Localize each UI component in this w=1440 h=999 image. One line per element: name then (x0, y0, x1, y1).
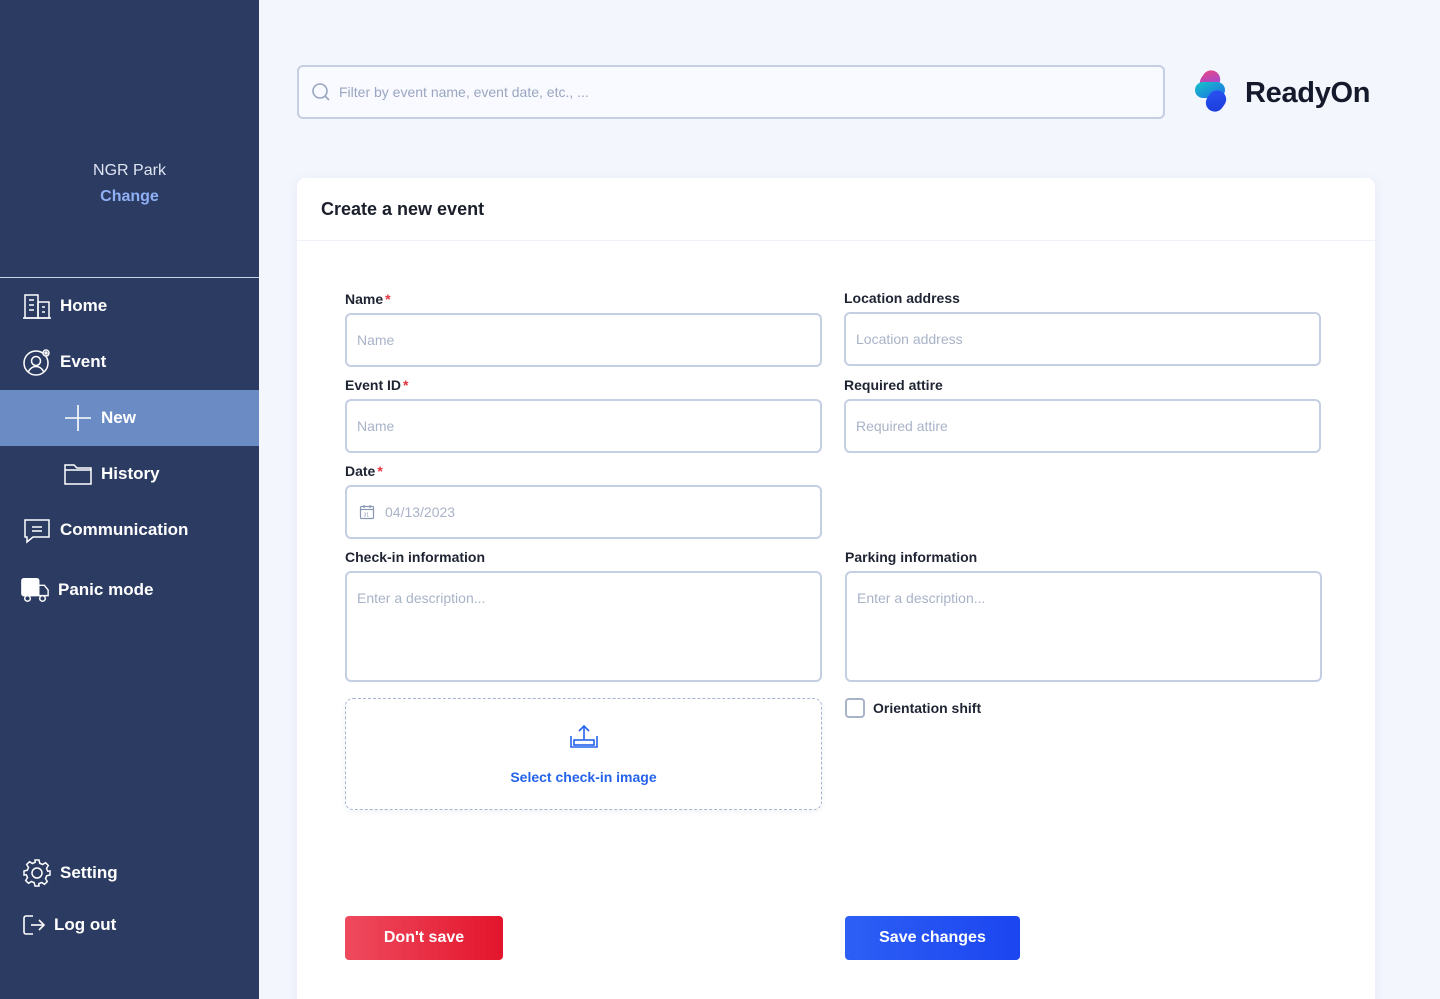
location-field (844, 312, 1321, 366)
readyon-logo-icon (1193, 68, 1239, 119)
sidebar-item-label: Log out (54, 915, 117, 934)
name-label: Name * (345, 291, 391, 307)
orientation-shift-row[interactable]: Orientation shift (845, 698, 981, 718)
brand-logo: ReadyOn (1193, 68, 1371, 119)
sidebar-item-history[interactable]: History (0, 446, 259, 502)
organization-block: NGR Park Change (0, 160, 259, 208)
sidebar-item-event[interactable]: Event (0, 334, 259, 390)
search-bar (297, 65, 1165, 119)
sidebar-item-label: New (101, 408, 136, 427)
brand-name: ReadyOn (1245, 77, 1371, 109)
save-changes-button[interactable]: Save changes (845, 916, 1020, 960)
sidebar-item-new[interactable]: New (0, 390, 259, 446)
sidebar-item-home[interactable]: Home (0, 278, 259, 334)
organization-name: NGR Park (93, 162, 166, 179)
search-input[interactable] (339, 84, 1139, 100)
sidebar-item-label: Setting (60, 863, 118, 882)
sidebar-item-label: Home (60, 296, 108, 315)
event-id-field (345, 399, 822, 453)
attire-field (844, 399, 1321, 453)
required-marker: * (377, 463, 383, 479)
checkin-image-upload[interactable]: Select check-in image (345, 698, 822, 810)
sidebar-item-panic-mode[interactable]: Panic mode (0, 562, 259, 618)
location-input[interactable] (856, 331, 1282, 347)
plus-icon (63, 403, 93, 433)
date-label-text: Date (345, 463, 376, 479)
gear-icon (22, 858, 52, 888)
sidebar-item-label: History (101, 464, 160, 483)
name-input[interactable] (357, 332, 783, 348)
checkin-label: Check-in information (345, 549, 486, 565)
chat-icon (22, 515, 52, 545)
sidebar-item-setting[interactable]: Setting (0, 845, 259, 901)
sidebar-item-logout[interactable]: Log out (0, 897, 259, 953)
location-label: Location address (844, 290, 960, 306)
parking-field (845, 571, 1322, 682)
user-gear-icon (22, 347, 52, 377)
required-marker: * (403, 377, 409, 393)
sidebar-item-label: Event (60, 352, 107, 371)
name-field (345, 313, 822, 367)
create-event-card: Create a new event Name* Location addres… (297, 178, 1375, 999)
name-label-text: Name (345, 291, 384, 307)
dont-save-button[interactable]: Don't save (345, 916, 503, 960)
date-field: 31 (345, 485, 822, 539)
sidebar-item-communication[interactable]: Communication (0, 502, 259, 558)
page-title: Create a new event (321, 199, 485, 219)
calendar-icon[interactable]: 31 (359, 504, 375, 520)
event-id-label-text: Event ID (345, 377, 402, 393)
checkin-field (345, 571, 822, 682)
card-divider (297, 240, 1375, 241)
parking-textarea[interactable] (847, 573, 1320, 680)
building-icon (22, 291, 52, 321)
upload-label: Select check-in image (510, 768, 657, 785)
orientation-shift-label: Orientation shift (873, 700, 982, 716)
parking-label: Parking information (845, 549, 978, 565)
orientation-shift-checkbox[interactable] (845, 698, 865, 718)
upload-icon (569, 724, 599, 755)
svg-text:31: 31 (364, 513, 370, 519)
date-input[interactable] (385, 504, 811, 520)
sidebar: NGR Park Change Home Event New History C… (0, 0, 259, 999)
event-id-input[interactable] (357, 418, 783, 434)
sidebar-item-label: Communication (60, 520, 189, 539)
change-organization-link[interactable]: Change (0, 186, 259, 208)
attire-label: Required attire (844, 377, 943, 393)
attire-input[interactable] (856, 418, 1282, 434)
logout-icon (22, 910, 46, 940)
checkin-textarea[interactable] (347, 573, 820, 680)
date-label: Date * (345, 463, 383, 479)
search-icon (311, 82, 331, 102)
folder-icon (63, 459, 93, 489)
truck-icon (20, 575, 50, 605)
sidebar-item-label: Panic mode (58, 580, 154, 599)
event-id-label: Event ID * (345, 377, 408, 393)
required-marker: * (385, 291, 391, 307)
